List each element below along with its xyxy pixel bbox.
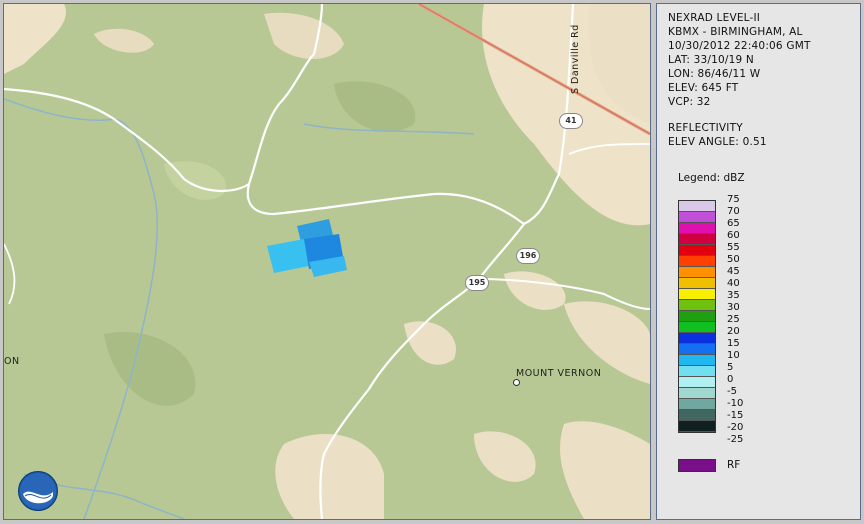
noaa-logo	[18, 471, 58, 511]
legend-color-bar	[678, 200, 716, 433]
legend-swatch	[679, 256, 715, 267]
datetime-text: 10/30/2012 22:40:06 GMT	[668, 40, 811, 52]
legend-swatch	[679, 377, 715, 388]
legend-swatch	[679, 234, 715, 245]
legend-swatch	[679, 223, 715, 234]
legend-swatch	[679, 267, 715, 278]
legend-label: 0	[727, 374, 734, 385]
product-text: NEXRAD LEVEL-II	[668, 12, 761, 24]
legend-swatch	[679, 410, 715, 421]
legend-swatch	[679, 421, 715, 432]
legend-swatch	[679, 333, 715, 344]
rf-swatch	[678, 459, 716, 472]
legend-label: -10	[727, 398, 744, 409]
lat-text: LAT: 33/10/19 N	[668, 54, 754, 66]
legend-label: 20	[727, 326, 740, 337]
legend-swatch	[679, 366, 715, 377]
legend-label: -15	[727, 410, 744, 421]
legend-swatch	[679, 322, 715, 333]
mode-text: REFLECTIVITY	[668, 122, 743, 134]
route-195-shield: 195	[465, 275, 489, 291]
legend-label: -5	[727, 386, 737, 397]
legend-labels: 75 70 65 60 55 50 45 40 35 30 25 20 15 10 5 0 -5 -10 -15 -2…	[727, 194, 743, 446]
legend-label: -20	[727, 422, 744, 433]
legend-label: 25	[727, 314, 740, 325]
legend-swatch	[679, 278, 715, 289]
legend-label: 70	[727, 206, 740, 217]
legend-label: 65	[727, 218, 740, 229]
rf-label: RF	[727, 459, 741, 471]
terrain-layer	[4, 4, 650, 519]
road-label: S Danville Rd	[570, 24, 581, 94]
station-text: KBMX - BIRMINGHAM, AL	[668, 26, 803, 38]
legend-swatch	[679, 289, 715, 300]
legend-label: 10	[727, 350, 740, 361]
edge-place-label: ON	[4, 356, 20, 367]
legend-swatch	[679, 388, 715, 399]
legend-label: 75	[727, 194, 740, 205]
legend-label: 5	[727, 362, 734, 373]
legend-label: 60	[727, 230, 740, 241]
route-41-shield: 41	[559, 113, 583, 129]
legend-swatch	[679, 300, 715, 311]
lon-text: LON: 86/46/11 W	[668, 68, 761, 80]
legend-label: 45	[727, 266, 740, 277]
elev-angle-text: ELEV ANGLE: 0.51	[668, 136, 767, 148]
legend-swatch	[679, 399, 715, 410]
legend-swatch	[679, 311, 715, 322]
legend-swatch	[679, 344, 715, 355]
map-view[interactable]: 41 196 195 S Danville Rd MOUNT VERNON ON	[3, 3, 651, 520]
legend-label: 50	[727, 254, 740, 265]
town-dot	[513, 379, 520, 386]
legend-label: 15	[727, 338, 740, 349]
legend-label: 40	[727, 278, 740, 289]
elev-text: ELEV: 645 FT	[668, 82, 739, 94]
legend-swatch	[679, 245, 715, 256]
legend-swatch	[679, 212, 715, 223]
vcp-text: VCP: 32	[668, 96, 711, 108]
legend-label: -25	[727, 434, 744, 445]
legend-label: 35	[727, 290, 740, 301]
legend-swatch	[679, 201, 715, 212]
place-label: MOUNT VERNON	[516, 368, 602, 379]
legend-swatch	[679, 355, 715, 366]
route-196-shield: 196	[516, 248, 540, 264]
info-panel: NEXRAD LEVEL-II KBMX - BIRMINGHAM, AL 10…	[656, 3, 861, 520]
legend-label: 55	[727, 242, 740, 253]
legend-title: Legend: dBZ	[678, 172, 745, 184]
legend-label: 30	[727, 302, 740, 313]
